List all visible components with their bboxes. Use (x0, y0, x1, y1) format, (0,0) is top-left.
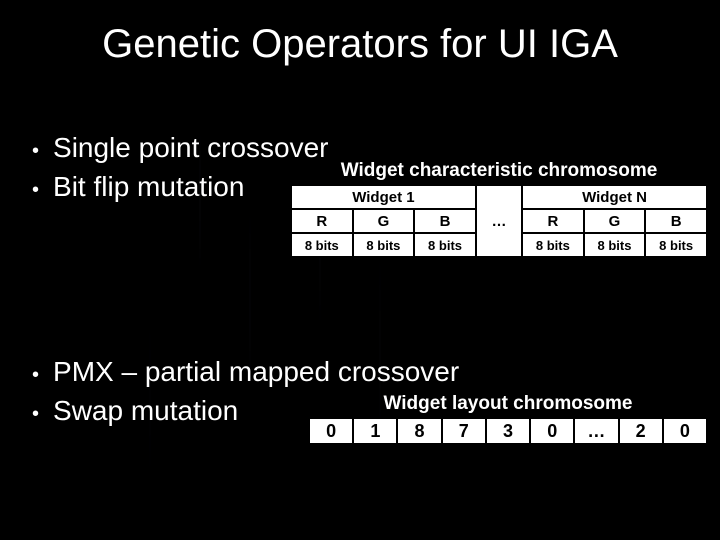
bullet-dot-icon: • (32, 400, 39, 428)
cell-r: R (522, 209, 584, 233)
bullet-dot-icon: • (32, 176, 39, 204)
cell-bits: 8 bits (353, 233, 415, 257)
bullet-text: PMX – partial mapped crossover (53, 352, 459, 391)
cell-g: G (584, 209, 646, 233)
widget-layout-diagram: Widget layout chromosome 0 1 8 7 3 0 … 2… (308, 393, 708, 445)
layout-cell: 3 (486, 418, 530, 444)
layout-cell: 8 (397, 418, 441, 444)
bullet-item: • Single point crossover (32, 128, 329, 167)
bullet-dot-icon: • (32, 137, 39, 165)
ellipsis-cell: … (476, 185, 522, 257)
cell-b: B (414, 209, 476, 233)
cell-g: G (353, 209, 415, 233)
cell-bits: 8 bits (584, 233, 646, 257)
cell-bits: 8 bits (522, 233, 584, 257)
cell-bits: 8 bits (645, 233, 707, 257)
layout-cell: 7 (442, 418, 486, 444)
bullet-text: Swap mutation (53, 391, 238, 430)
bullet-text: Bit flip mutation (53, 167, 244, 206)
layout-cell: 2 (619, 418, 663, 444)
bullet-item: • PMX – partial mapped crossover (32, 352, 459, 391)
diagram-title: Widget characteristic chromosome (290, 160, 708, 182)
diagram-title: Widget layout chromosome (308, 393, 708, 415)
slide-title: Genetic Operators for UI IGA (0, 22, 720, 67)
bullet-item: • Bit flip mutation (32, 167, 329, 206)
slide: Genetic Operators for UI IGA • Single po… (0, 0, 720, 540)
layout-table: 0 1 8 7 3 0 … 2 0 (308, 417, 708, 445)
widget-characteristic-diagram: Widget characteristic chromosome Widget … (290, 160, 708, 258)
group-label-left: Widget 1 (291, 185, 476, 209)
cell-r: R (291, 209, 353, 233)
layout-cell: 0 (309, 418, 353, 444)
characteristic-table: Widget 1 … Widget N R G B R G B 8 bits 8… (290, 184, 708, 258)
group-label-right: Widget N (522, 185, 707, 209)
layout-cell: 0 (663, 418, 707, 444)
cell-bits: 8 bits (291, 233, 353, 257)
cell-bits: 8 bits (414, 233, 476, 257)
bullet-dot-icon: • (32, 361, 39, 389)
layout-cell: 1 (353, 418, 397, 444)
layout-cell: … (574, 418, 618, 444)
cell-b: B (645, 209, 707, 233)
layout-cell: 0 (530, 418, 574, 444)
bullet-text: Single point crossover (53, 128, 328, 167)
bullet-list-top: • Single point crossover • Bit flip muta… (32, 128, 329, 206)
